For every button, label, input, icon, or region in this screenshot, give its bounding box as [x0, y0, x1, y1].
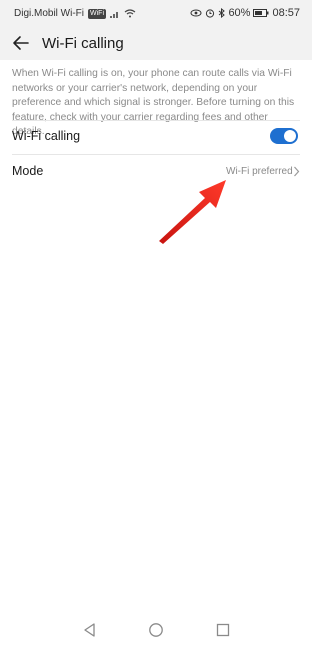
back-arrow-icon[interactable]	[10, 32, 32, 54]
battery-percent: 60%	[228, 7, 251, 19]
wifi-calling-toggle[interactable]	[270, 128, 298, 144]
carrier-name: Digi.Mobil Wi-Fi	[14, 8, 84, 19]
nav-recents-icon[interactable]	[215, 622, 231, 638]
battery-icon	[253, 9, 269, 17]
clock: 08:57	[272, 7, 300, 19]
status-bar: Digi.Mobil Wi-Fi WiFi 60% 08:57	[0, 0, 312, 26]
wifi-calling-label: Wi-Fi calling	[12, 129, 81, 143]
wifi-icon	[124, 9, 136, 18]
divider	[12, 154, 300, 155]
status-right: 60% 08:57	[190, 7, 300, 19]
annotation-arrow	[159, 180, 226, 244]
nav-back-icon[interactable]	[82, 622, 98, 638]
page-title: Wi-Fi calling	[42, 35, 124, 52]
divider	[12, 120, 300, 121]
eye-comfort-icon	[190, 9, 202, 17]
bluetooth-icon	[219, 8, 226, 18]
signal-icon	[110, 11, 118, 18]
system-nav-bar	[0, 612, 312, 648]
app-bar: Wi-Fi calling	[0, 26, 312, 60]
status-left: Digi.Mobil Wi-Fi WiFi	[14, 8, 136, 19]
mode-value[interactable]: Wi-Fi preferred	[226, 166, 293, 177]
toggle-knob	[284, 130, 296, 142]
wifi-badge: WiFi	[88, 8, 106, 19]
chevron-right-icon[interactable]	[293, 166, 300, 177]
alarm-icon	[206, 9, 215, 18]
mode-label[interactable]: Mode	[12, 164, 43, 178]
nav-home-icon[interactable]	[148, 622, 164, 638]
